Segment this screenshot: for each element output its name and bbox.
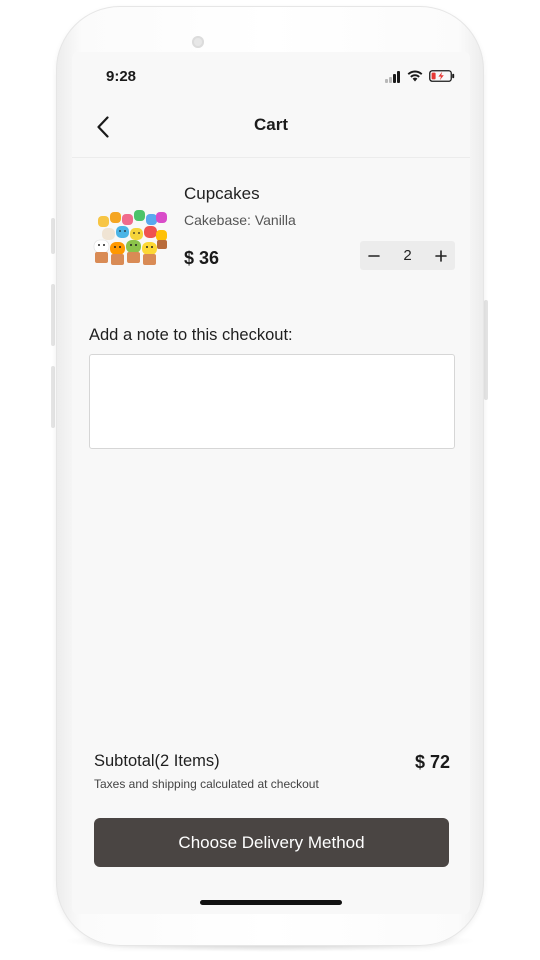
increase-quantity-button[interactable]	[427, 241, 455, 270]
item-price: $ 36	[184, 248, 220, 268]
battery-low-icon	[429, 70, 455, 82]
app-screen: 9:28 Cart Cupcakes Cakebase: Vanilla $ 3…	[72, 52, 470, 914]
phone-volume-up-button	[51, 284, 55, 346]
quantity-stepper: 2	[360, 241, 455, 270]
status-time: 9:28	[106, 68, 137, 85]
plus-icon	[435, 249, 447, 262]
page-title: Cart	[253, 115, 288, 134]
cupcakes-image[interactable]	[92, 206, 170, 268]
camera-icon	[192, 36, 204, 48]
checkout-note-input[interactable]	[89, 354, 455, 449]
phone-volume-down-button	[51, 366, 55, 428]
decrease-quantity-button[interactable]	[360, 241, 388, 270]
cart-item: Cupcakes Cakebase: Vanilla $ 36 2	[72, 170, 470, 280]
note-label: Add a note to this checkout:	[89, 326, 293, 344]
nav-bar: Cart	[72, 102, 470, 158]
item-variant: Cakebase: Vanilla	[184, 212, 296, 228]
wifi-icon	[407, 70, 423, 82]
phone-mute-switch	[51, 218, 55, 254]
status-bar: 9:28	[72, 52, 470, 102]
minus-icon	[368, 254, 380, 257]
quantity-value: 2	[403, 247, 412, 264]
phone-power-button	[484, 300, 488, 400]
tax-shipping-note: Taxes and shipping calculated at checkou…	[94, 777, 319, 791]
choose-delivery-method-button[interactable]: Choose Delivery Method	[94, 818, 449, 867]
item-name[interactable]: Cupcakes	[184, 184, 260, 204]
subtotal-value: $ 72	[414, 752, 450, 772]
stage: 9:28 Cart Cupcakes Cakebase: Vanilla $ 3…	[0, 0, 540, 960]
cellular-signal-icon	[385, 71, 401, 83]
subtotal-label: Subtotal(2 Items)	[94, 752, 220, 770]
home-indicator[interactable]	[200, 900, 342, 905]
